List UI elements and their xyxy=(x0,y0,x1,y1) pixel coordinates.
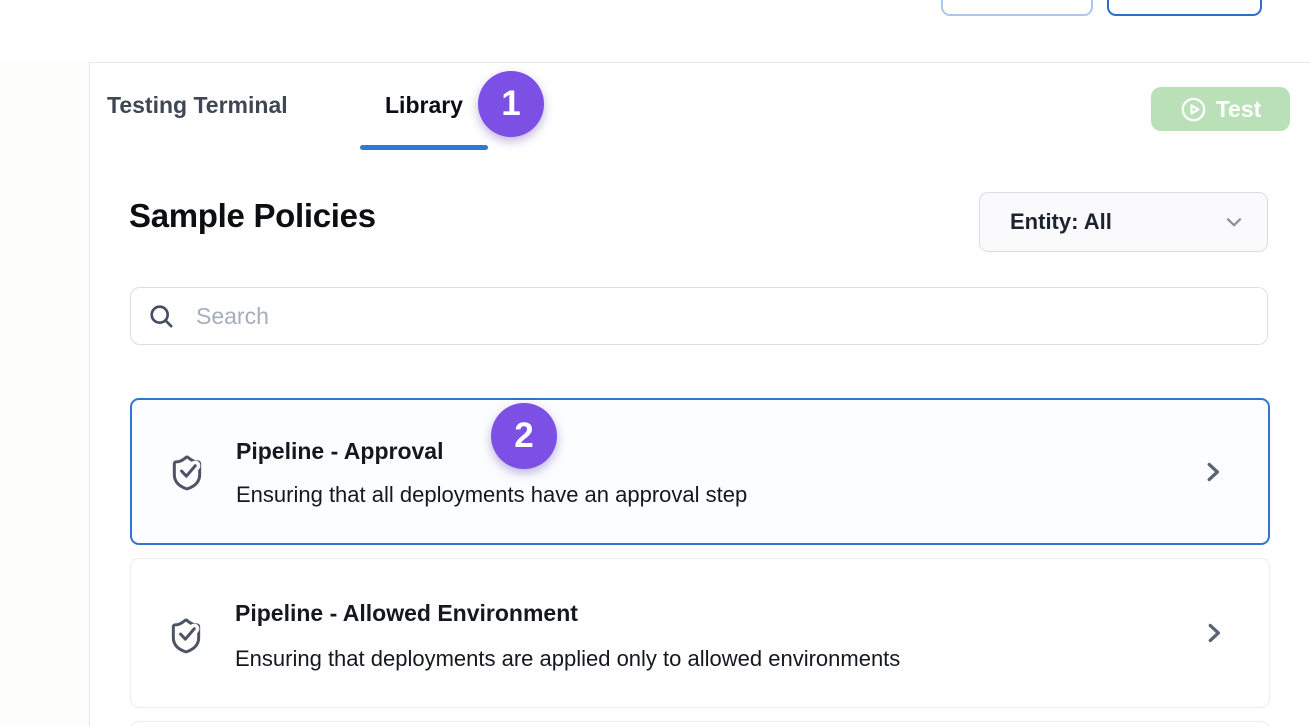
policy-library-screen: Save Discard Testing Terminal Library 1 … xyxy=(0,0,1310,726)
chevron-down-icon xyxy=(1221,209,1247,235)
top-action-bar: Save Discard xyxy=(0,0,1310,63)
chevron-right-icon xyxy=(1199,618,1229,648)
policy-description: Ensuring that deployments are applied on… xyxy=(235,646,900,672)
discard-button-label: Discard xyxy=(1144,0,1225,5)
policy-card-pipeline-allowed-environment[interactable]: Pipeline - Allowed Environment Ensuring … xyxy=(130,558,1270,708)
page-title: Sample Policies xyxy=(129,197,376,235)
tab-library[interactable]: Library xyxy=(360,92,488,119)
search-icon xyxy=(147,302,176,331)
shield-check-icon xyxy=(168,450,206,496)
entity-filter-dropdown[interactable]: Entity: All xyxy=(979,192,1268,252)
discard-button[interactable]: Discard xyxy=(1107,0,1262,16)
save-button[interactable]: Save xyxy=(941,0,1093,16)
test-button-label: Test xyxy=(1216,96,1262,123)
active-tab-underline xyxy=(360,145,488,150)
step-annotation-2: 2 xyxy=(491,403,557,469)
play-circle-icon xyxy=(1180,96,1207,123)
entity-filter-value: Entity: All xyxy=(1010,209,1112,235)
plus-icon xyxy=(977,0,997,2)
policy-title: Pipeline - Approval xyxy=(236,438,443,465)
left-rail xyxy=(0,62,90,726)
step-annotation-1: 1 xyxy=(478,71,544,137)
policy-card-pipeline-approval[interactable]: Pipeline - Approval Ensuring that all de… xyxy=(130,398,1270,545)
save-button-label: Save xyxy=(1006,0,1057,5)
shield-check-icon xyxy=(167,613,205,659)
policy-title: Pipeline - Allowed Environment xyxy=(235,600,578,627)
search-box xyxy=(130,287,1268,345)
chevron-right-icon xyxy=(1198,457,1228,487)
search-input[interactable] xyxy=(194,302,1251,331)
tab-testing-terminal[interactable]: Testing Terminal xyxy=(107,92,288,119)
test-button[interactable]: Test xyxy=(1151,87,1290,131)
policy-description: Ensuring that all deployments have an ap… xyxy=(236,482,747,508)
policy-card-partial[interactable] xyxy=(130,721,1270,726)
